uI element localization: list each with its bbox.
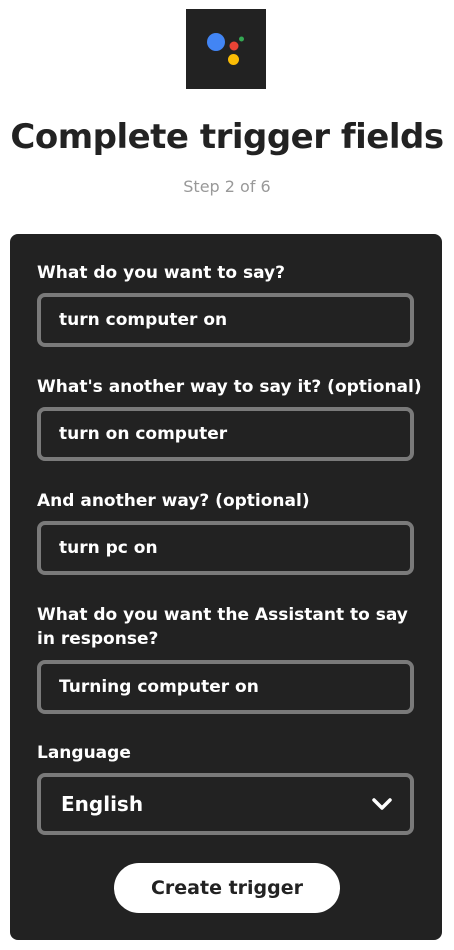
google-assistant-logo: [186, 9, 266, 89]
google-assistant-icon: [207, 33, 244, 65]
another-phrase-input[interactable]: [37, 521, 414, 575]
say-phrase-input[interactable]: [37, 293, 414, 347]
language-select[interactable]: English: [37, 773, 414, 835]
another-phrase-label: And another way? (optional): [37, 491, 310, 511]
response-input[interactable]: [37, 660, 414, 714]
response-label: What do you want the Assistant to say in…: [37, 605, 408, 649]
trigger-fields-form: What do you want to say? What's another …: [10, 234, 442, 940]
page-title: Complete trigger fields: [10, 117, 444, 157]
alt-phrase-input[interactable]: [37, 407, 414, 461]
chevron-down-icon: [372, 798, 392, 810]
say-phrase-label: What do you want to say?: [37, 263, 285, 283]
create-trigger-button[interactable]: Create trigger: [114, 863, 340, 913]
step-indicator: Step 2 of 6: [183, 177, 271, 196]
alt-phrase-label: What's another way to say it? (optional): [37, 377, 422, 397]
language-label: Language: [37, 743, 131, 763]
language-selected-value: English: [61, 792, 144, 816]
